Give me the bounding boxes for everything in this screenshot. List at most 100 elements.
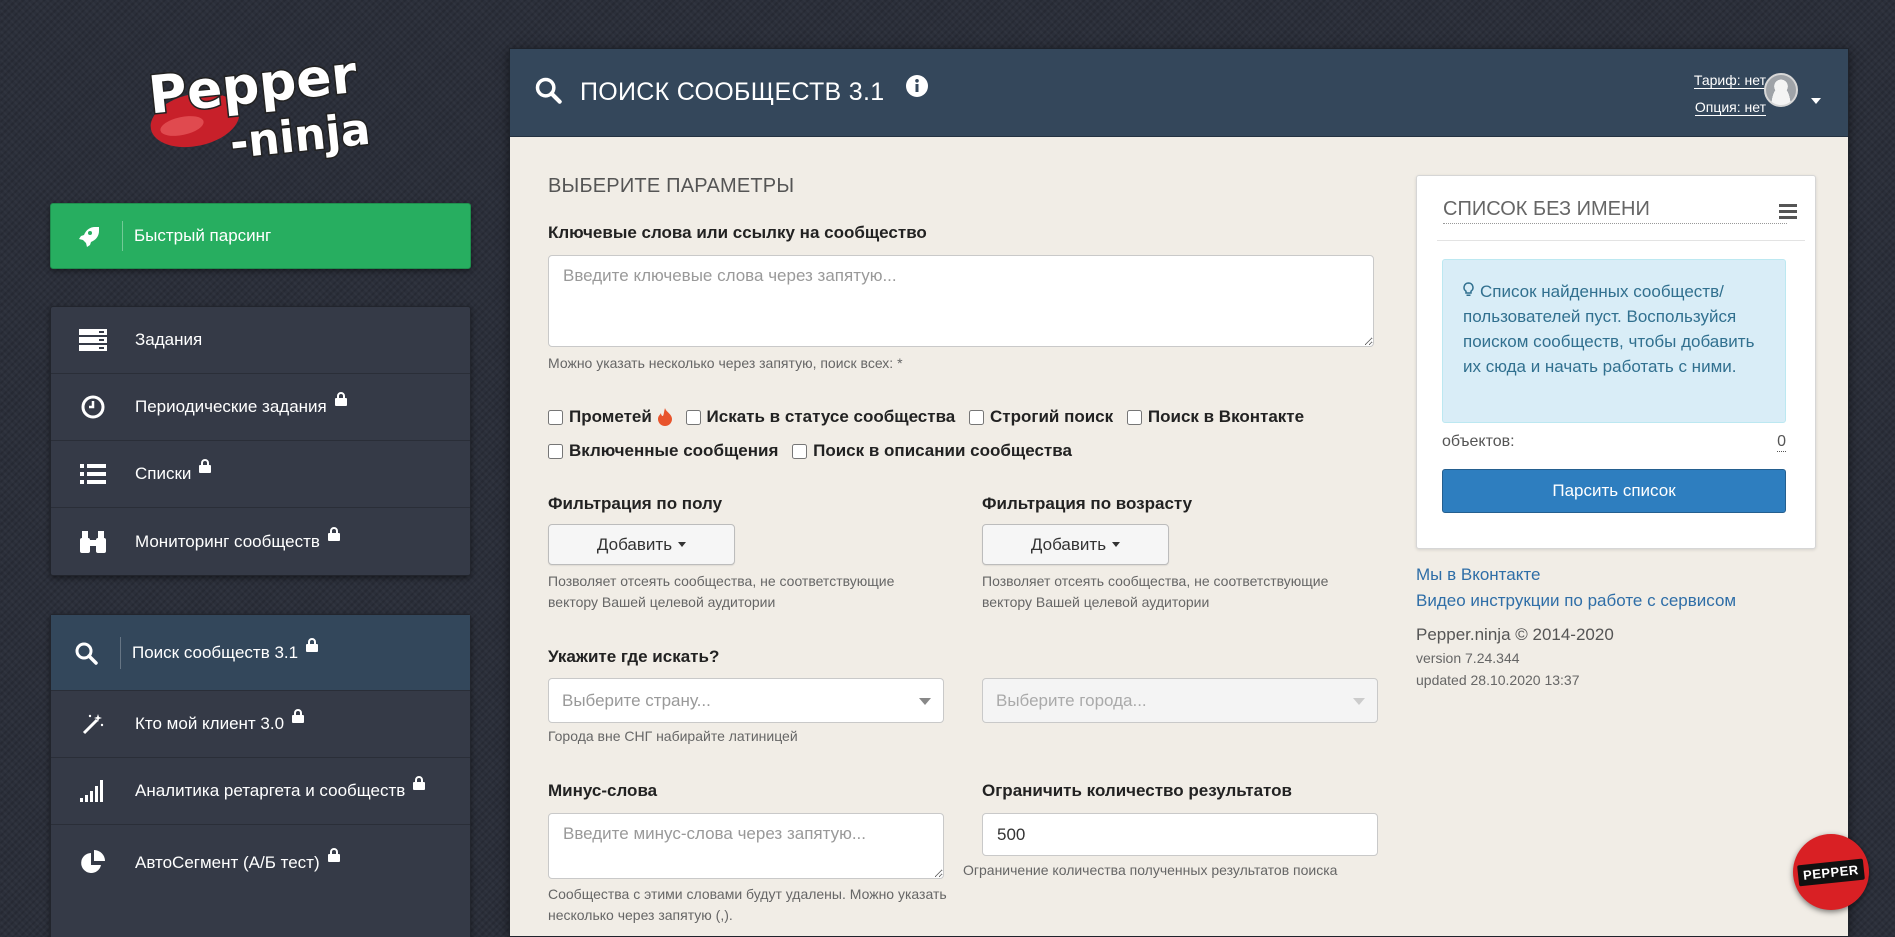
sidebar-item-label: Поиск сообществ 3.1	[132, 642, 299, 662]
dropdown-arrow-icon	[919, 698, 931, 705]
limit-results-label: Ограничить количество результатов	[982, 781, 1292, 800]
pepper-fab-label: PEPPER	[1797, 858, 1865, 886]
sidebar-item-label: Мониторинг сообществ	[135, 531, 320, 551]
button-label: Добавить	[596, 534, 673, 554]
video-instructions-link[interactable]: Видео инструкции по работе с сервисом	[1416, 588, 1736, 614]
clock-icon	[51, 395, 135, 419]
server-icon	[51, 328, 135, 352]
quick-parse-label: Быстрый парсинг	[134, 226, 272, 245]
info-icon[interactable]	[906, 75, 929, 102]
sidebar-item-label: Списки	[135, 464, 192, 483]
button-label: Добавить	[1030, 534, 1107, 554]
search-icon	[51, 636, 121, 669]
search-icon	[534, 76, 562, 109]
checkbox[interactable]	[685, 409, 701, 425]
page-title: ПОИСК СООБЩЕСТВ 3.1	[580, 78, 885, 106]
pie-chart-icon	[51, 850, 135, 876]
lock-icon	[334, 391, 347, 411]
section-title: ВЫБЕРИТЕ ПАРАМЕТРЫ	[548, 175, 795, 197]
rocket-icon	[51, 221, 123, 251]
add-gender-filter-button[interactable]: Добавить	[548, 524, 735, 565]
sidebar-item-label: Периодические задания	[135, 397, 327, 416]
checkbox-label: Поиск в Вконтакте	[1147, 407, 1305, 426]
add-age-filter-button[interactable]: Добавить	[982, 524, 1169, 565]
description-search-checkbox[interactable]: Поиск в описании сообщества	[792, 441, 1072, 461]
vk-search-checkbox[interactable]: Поиск в Вконтакте	[1126, 407, 1305, 427]
checkbox-label: Строгий поиск	[990, 407, 1114, 426]
sidebar-item-community-monitoring[interactable]: Мониторинг сообществ	[51, 508, 470, 575]
pepper-chat-button[interactable]: PEPPER	[1793, 834, 1869, 910]
page-header: ПОИСК СООБЩЕСТВ 3.1 Тариф: нет Опция: не…	[510, 49, 1848, 137]
pepper-ninja-logo[interactable]: Pepper -ninja	[140, 40, 380, 170]
select-placeholder: Выберите города...	[996, 690, 1147, 710]
objects-counter: объектов: 0	[1442, 433, 1786, 452]
list-panel: СПИСОК БЕЗ ИМЕНИ Список найденных сообще…	[1416, 175, 1816, 549]
copyright-text: Pepper.ninja © 2014-2020	[1416, 625, 1614, 644]
where-help: Города вне СНГ набирайте латиницей	[548, 728, 798, 744]
sidebar-item-autosegment[interactable]: АвтоСегмент (А/Б тест)	[51, 825, 470, 901]
version-text: version 7.24.344	[1416, 650, 1520, 666]
tariff-link[interactable]: Тариф: нет	[1693, 72, 1766, 89]
lock-icon	[413, 775, 426, 795]
checkbox-label: Искать в статусе сообщества	[706, 407, 956, 426]
sidebar-item-retarget-analytics[interactable]: Аналитика ретаргета и сообществ	[51, 758, 470, 825]
status-search-checkbox[interactable]: Искать в статусе сообщества	[685, 407, 956, 427]
checkbox[interactable]	[792, 443, 808, 459]
sidebar-item-label: Аналитика ретаргета и сообществ	[135, 781, 406, 800]
city-select[interactable]: Выберите города...	[982, 678, 1378, 723]
option-link[interactable]: Опция: нет	[1694, 99, 1766, 116]
plan-info: Тариф: нет Опция: нет	[1693, 67, 1766, 121]
vk-link[interactable]: Мы в Вконтакте	[1416, 562, 1736, 588]
sidebar-item-lists[interactable]: Списки	[51, 441, 470, 508]
country-select[interactable]: Выберите страну...	[548, 678, 944, 723]
parse-list-button[interactable]: Парсить список	[1442, 469, 1786, 513]
lock-icon	[327, 847, 340, 867]
objects-label: объектов:	[1442, 433, 1515, 450]
sidebar-group-tools: Поиск сообществ 3.1 Кто мой клиент 3.0 А…	[50, 614, 471, 937]
checkbox[interactable]	[969, 409, 984, 425]
logo-graphic: Pepper -ninja	[144, 43, 374, 170]
binoculars-icon	[51, 530, 135, 554]
avatar[interactable]	[1764, 73, 1798, 107]
checkbox[interactable]	[548, 443, 563, 459]
gender-filter-label: Фильтрация по полу	[548, 494, 723, 513]
strict-search-checkbox[interactable]: Строгий поиск	[969, 407, 1113, 427]
sidebar-item-community-search[interactable]: Поиск сообществ 3.1	[51, 615, 470, 691]
menu-icon[interactable]	[1779, 204, 1797, 224]
fire-icon	[657, 408, 672, 426]
sidebar-item-label: Задания	[135, 330, 203, 349]
lock-icon	[327, 526, 340, 546]
age-filter-label: Фильтрация по возрасту	[982, 494, 1193, 513]
sidebar-item-periodic-tasks[interactable]: Периодические задания	[51, 374, 470, 441]
list-icon	[51, 463, 135, 485]
sidebar-item-who-is-my-client[interactable]: Кто мой клиент 3.0	[51, 691, 470, 758]
select-placeholder: Выберите страну...	[562, 690, 711, 710]
checkbox-label: Прометей	[569, 407, 652, 426]
sidebar-group-tasks: Задания Периодические задания Списки Мон…	[50, 306, 471, 576]
quick-parse-button[interactable]: Быстрый парсинг	[50, 203, 471, 269]
footer-info: Pepper.ninja © 2014-2020 version 7.24.34…	[1416, 623, 1614, 691]
minus-words-help: Сообщества с этими словами будут удалены…	[548, 886, 947, 923]
sidebar-item-label: АвтоСегмент (А/Б тест)	[135, 853, 320, 872]
sidebar-item-tasks[interactable]: Задания	[51, 307, 470, 374]
dropdown-arrow-icon	[1353, 698, 1365, 705]
limit-results-input[interactable]	[982, 813, 1378, 856]
checkbox[interactable]	[548, 409, 563, 425]
caret-down-icon	[1112, 542, 1121, 547]
messages-enabled-checkbox[interactable]: Включенные сообщения	[548, 441, 778, 461]
lock-icon	[199, 458, 212, 478]
minus-words-input[interactable]	[548, 813, 944, 879]
checkbox[interactable]	[1126, 409, 1142, 425]
list-title[interactable]: СПИСОК БЕЗ ИМЕНИ	[1443, 198, 1787, 224]
objects-count[interactable]: 0	[1777, 433, 1786, 452]
prometheus-checkbox[interactable]: Прометей	[548, 407, 672, 427]
main-panel: ПОИСК СООБЩЕСТВ 3.1 Тариф: нет Опция: не…	[509, 48, 1849, 937]
keywords-help: Можно указать несколько через запятую, п…	[548, 355, 903, 371]
lightbulb-icon	[1463, 279, 1474, 304]
checkbox-label: Включенные сообщения	[569, 441, 779, 460]
keywords-input[interactable]	[548, 255, 1374, 347]
chevron-down-icon[interactable]	[1811, 98, 1821, 104]
divider	[1437, 240, 1805, 241]
caret-down-icon	[678, 542, 687, 547]
keywords-label: Ключевые слова или ссылку на сообщество	[548, 223, 927, 242]
